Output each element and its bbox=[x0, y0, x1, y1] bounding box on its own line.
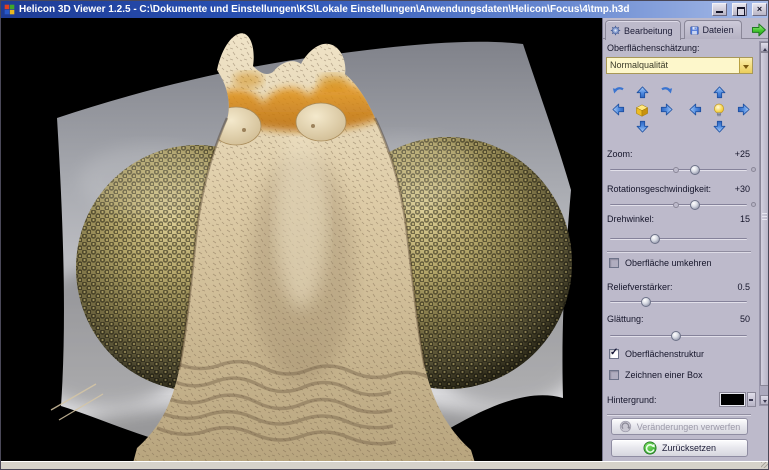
arrow-down-icon bbox=[635, 119, 650, 134]
surface-texture-row: Oberflächenstruktur bbox=[609, 349, 704, 359]
reset-label: Zurücksetzen bbox=[662, 443, 716, 453]
arrow-left-icon bbox=[688, 102, 703, 117]
rotation-angle-slider-handle[interactable] bbox=[650, 234, 660, 244]
rotation-angle-slider[interactable] bbox=[610, 233, 747, 245]
invert-surface-checkbox[interactable] bbox=[609, 258, 619, 268]
rotate-cw-button[interactable] bbox=[654, 84, 678, 101]
dropdown-arrow-button[interactable] bbox=[739, 58, 752, 73]
bulb-icon bbox=[711, 102, 727, 118]
smoothing-slider[interactable] bbox=[610, 330, 747, 342]
save-icon bbox=[689, 25, 700, 36]
restore-button[interactable] bbox=[732, 3, 747, 16]
smoothing-value: 50 bbox=[740, 314, 750, 324]
rotation-speed-value: +30 bbox=[735, 184, 750, 194]
panel-scrollbar[interactable] bbox=[759, 41, 769, 406]
rotation-speed-slider-notch bbox=[673, 202, 679, 208]
discard-changes-label: Veränderungen verwerfen bbox=[637, 422, 741, 432]
scroll-up-button[interactable] bbox=[760, 42, 769, 52]
draw-box-row: Zeichnen einer Box bbox=[609, 370, 703, 380]
light-bulb-indicator bbox=[707, 101, 731, 118]
surface-texture-checkbox[interactable] bbox=[609, 349, 619, 359]
green-arrow-icon[interactable] bbox=[750, 21, 767, 38]
tab-bearbeitung-label: Bearbeitung bbox=[624, 26, 673, 36]
arrow-up-icon bbox=[635, 85, 650, 100]
tab-dateien[interactable]: Dateien bbox=[684, 20, 742, 39]
draw-box-checkbox[interactable] bbox=[609, 370, 619, 380]
light-down-button[interactable] bbox=[707, 118, 731, 135]
app-window: Helicon 3D Viewer 1.2.5 - C:\Dokumente u… bbox=[0, 0, 769, 470]
window-title: Helicon 3D Viewer 1.2.5 - C:\Dokumente u… bbox=[19, 4, 707, 15]
zoom-slider-notch bbox=[673, 167, 679, 173]
gear-icon bbox=[610, 25, 621, 36]
draw-box-label: Zeichnen einer Box bbox=[625, 370, 703, 380]
background-color-swatch[interactable] bbox=[719, 392, 746, 407]
discard-icon bbox=[619, 420, 632, 433]
object-cube-indicator bbox=[630, 101, 654, 118]
relief-slider-handle[interactable] bbox=[641, 297, 651, 307]
control-panel: Bearbeitung Dateien Oberflächenschätzung… bbox=[602, 18, 769, 463]
rotation-angle-label: Drehwinkel: bbox=[607, 214, 654, 224]
rotate-ccw-button[interactable] bbox=[606, 84, 630, 101]
invert-surface-label: Oberfläche umkehren bbox=[625, 258, 712, 268]
tab-bearbeitung[interactable]: Bearbeitung bbox=[605, 20, 681, 40]
arrow-up-icon bbox=[712, 85, 727, 100]
rotate-object-pad bbox=[606, 84, 678, 135]
zoom-value: +25 bbox=[735, 149, 750, 159]
cube-icon bbox=[634, 102, 650, 118]
reset-button[interactable]: Zurücksetzen bbox=[611, 439, 748, 457]
background-label: Hintergrund: bbox=[607, 395, 657, 405]
background-color-dropdown-button[interactable] bbox=[747, 392, 756, 407]
rotate-up-button[interactable] bbox=[630, 84, 654, 101]
helicon-app-icon bbox=[4, 4, 15, 15]
invert-surface-row: Oberfläche umkehren bbox=[609, 258, 712, 268]
arrow-down-icon bbox=[712, 119, 727, 134]
arrow-right-icon bbox=[659, 102, 674, 117]
surface-estimation-label: Oberflächenschätzung: bbox=[607, 43, 750, 53]
rotation-angle-slider-track[interactable] bbox=[610, 238, 747, 240]
rotation-speed-label: Rotationsgeschwindigkeit: bbox=[607, 184, 711, 194]
rotation-speed-slider[interactable] bbox=[610, 199, 747, 211]
fly-head-3d-render bbox=[1, 18, 602, 463]
scroll-thumb[interactable] bbox=[760, 52, 769, 386]
scroll-down-button[interactable] bbox=[760, 395, 769, 405]
3d-viewport[interactable] bbox=[1, 18, 602, 463]
smoothing-slider-handle[interactable] bbox=[671, 331, 681, 341]
rotation-angle-value: 15 bbox=[740, 214, 750, 224]
discard-changes-button[interactable]: Veränderungen verwerfen bbox=[611, 418, 748, 435]
smoothing-label: Glättung: bbox=[607, 314, 644, 324]
light-left-button[interactable] bbox=[683, 101, 707, 118]
arrow-left-icon bbox=[611, 102, 626, 117]
light-direction-pad bbox=[683, 84, 755, 135]
close-button[interactable]: × bbox=[752, 3, 767, 16]
titlebar[interactable]: Helicon 3D Viewer 1.2.5 - C:\Dokumente u… bbox=[1, 1, 769, 18]
zoom-slider-handle[interactable] bbox=[690, 165, 700, 175]
rotation-speed-slider-end-dot bbox=[751, 202, 756, 207]
tab-dateien-label: Dateien bbox=[703, 25, 734, 35]
relief-label: Reliefverstärker: bbox=[607, 282, 673, 292]
relief-slider[interactable] bbox=[610, 296, 747, 308]
rotate-ccw-icon bbox=[611, 85, 626, 100]
rotation-speed-slider-handle[interactable] bbox=[690, 200, 700, 210]
rotate-cw-icon bbox=[659, 85, 674, 100]
divider bbox=[607, 251, 751, 253]
zoom-label: Zoom: bbox=[607, 149, 633, 159]
rotate-left-button[interactable] bbox=[606, 101, 630, 118]
zoom-slider-end-dot bbox=[751, 167, 756, 172]
rotate-right-button[interactable] bbox=[654, 101, 678, 118]
minimize-button[interactable] bbox=[712, 3, 727, 16]
relief-slider-track[interactable] bbox=[610, 301, 747, 303]
statusbar bbox=[1, 461, 769, 469]
divider bbox=[607, 414, 751, 416]
zoom-slider[interactable] bbox=[610, 164, 747, 176]
surface-texture-label: Oberflächenstruktur bbox=[625, 349, 704, 359]
background-row: Hintergrund: bbox=[607, 392, 756, 407]
reset-icon bbox=[643, 441, 657, 455]
arrow-right-icon bbox=[736, 102, 751, 117]
light-right-button[interactable] bbox=[731, 101, 755, 118]
surface-estimation-dropdown[interactable]: Normalqualität bbox=[606, 57, 753, 74]
relief-value: 0.5 bbox=[737, 282, 750, 292]
rotate-down-button[interactable] bbox=[630, 118, 654, 135]
light-up-button[interactable] bbox=[707, 84, 731, 101]
surface-estimation-value: Normalqualität bbox=[607, 58, 739, 73]
